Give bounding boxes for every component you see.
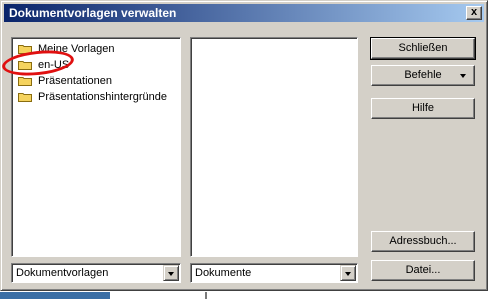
close-window-button[interactable]: x: [466, 6, 482, 20]
background-window-edge: [488, 0, 496, 299]
right-source-value: Dokumente: [195, 267, 252, 279]
commands-button[interactable]: Befehle: [371, 65, 475, 86]
folder-icon: [18, 76, 32, 86]
tree-item-label: Präsentationen: [38, 75, 112, 87]
tree-item-praesentationshintergruende[interactable]: Präsentationshintergründe: [18, 89, 167, 105]
file-button[interactable]: Datei...: [371, 260, 475, 281]
chevron-down-icon[interactable]: [340, 265, 356, 281]
commands-label: Befehle: [404, 69, 442, 81]
address-book-button[interactable]: Adressbuch...: [371, 231, 475, 252]
help-button[interactable]: Hilfe: [371, 98, 475, 119]
left-source-value: Dokumentvorlagen: [16, 267, 109, 279]
template-document-list[interactable]: [190, 37, 358, 257]
left-source-select[interactable]: Dokumentvorlagen: [11, 263, 181, 283]
background-divider: [205, 292, 207, 299]
close-button[interactable]: Schließen: [370, 37, 476, 60]
title-bar: Dokumentvorlagen verwalten x: [4, 4, 484, 22]
dialog-title: Dokumentvorlagen verwalten: [9, 6, 177, 20]
tree-item-label: Präsentationshintergründe: [38, 91, 168, 103]
close-icon: x: [470, 6, 478, 18]
folder-icon: [18, 92, 32, 102]
manage-templates-dialog: Dokumentvorlagen verwalten x Meine Vorla…: [0, 0, 488, 291]
background-taskbar-fragment: [0, 292, 110, 299]
chevron-down-icon[interactable]: [163, 265, 179, 281]
right-source-select[interactable]: Dokumente: [190, 263, 358, 283]
chevron-down-icon: [460, 74, 466, 78]
